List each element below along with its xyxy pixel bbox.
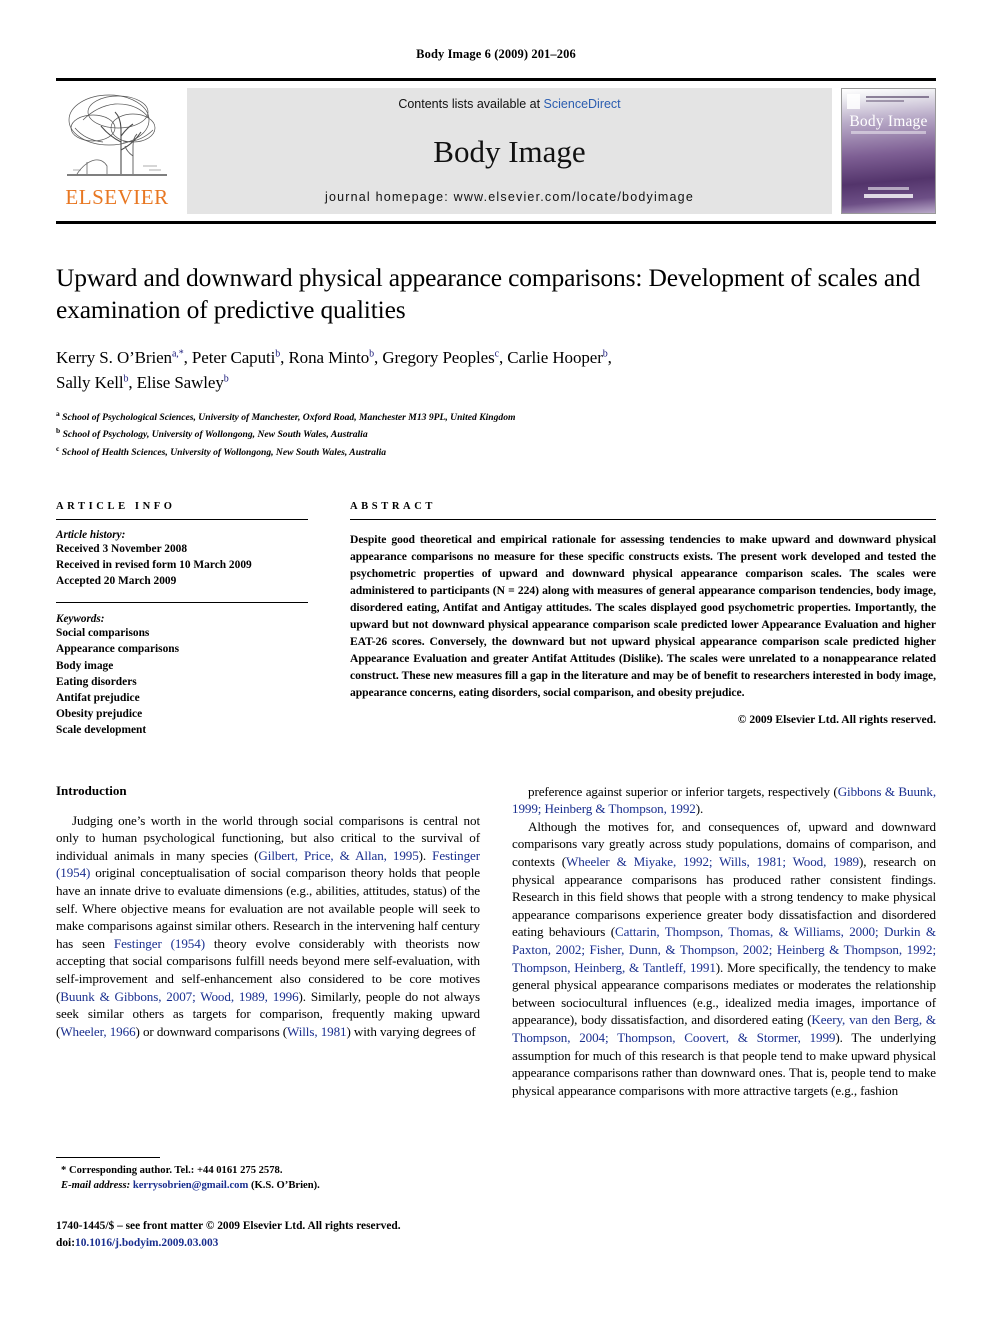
contents-lists-prefix: Contents lists available at bbox=[398, 97, 544, 111]
citation-ref[interactable]: Wills, 1981 bbox=[287, 1024, 347, 1039]
email-label: E-mail address: bbox=[61, 1180, 131, 1192]
citation-ref[interactable]: Gibbons & Buunk, 1999; Heinberg & Thomps… bbox=[512, 784, 936, 817]
article-info-rule bbox=[56, 518, 308, 520]
cover-top-rule bbox=[866, 96, 929, 98]
author-affil-marker: b bbox=[369, 348, 375, 360]
elsevier-tree-icon bbox=[67, 94, 167, 176]
author-affil-marker: b bbox=[223, 373, 229, 385]
elsevier-wordmark: ELSEVIER bbox=[65, 185, 169, 209]
article-history-item: Received 3 November 2008 bbox=[56, 542, 188, 555]
abstract-heading: ABSTRACT bbox=[350, 500, 436, 512]
cover-subtitle-rule bbox=[851, 131, 926, 134]
citation-ref[interactable]: Wheeler & Miyake, 1992; Wills, 1981; Woo… bbox=[566, 854, 859, 869]
author-affil-marker: c bbox=[494, 348, 499, 360]
keyword-item: Social comparisons bbox=[56, 627, 150, 640]
keyword-item: Appearance comparisons bbox=[56, 643, 180, 656]
elsevier-logo: ELSEVIER bbox=[56, 88, 178, 214]
keywords-block: Keywords: Social comparisons Appearance … bbox=[56, 613, 308, 738]
keyword-item: Eating disorders bbox=[56, 675, 137, 688]
author-line-1: Kerry S. O’Briena,*, Peter Caputib, Rona… bbox=[56, 348, 612, 368]
body-paragraph: Judging one’s worth in the world through… bbox=[56, 812, 481, 1039]
citation-ref[interactable]: Gilbert, Price, & Allan, 1995 bbox=[258, 848, 418, 863]
citation-ref[interactable]: Keery, van den Berg, & Thompson, 2004; T… bbox=[512, 1012, 936, 1045]
citation-ref[interactable]: Buunk & Gibbons, 2007; Wood, 1989, 1996 bbox=[60, 989, 298, 1004]
issn-copyright-block: 1740-1445/$ – see front matter © 2009 El… bbox=[56, 1218, 516, 1252]
cover-footer-rule-2 bbox=[864, 194, 913, 198]
keywords-label: Keywords: bbox=[56, 613, 105, 626]
citation-ref[interactable]: Festinger (1954) bbox=[114, 936, 205, 951]
affiliation-item: b School of Psychology, University of Wo… bbox=[56, 426, 368, 441]
abstract-column: ABSTRACT Despite good theoretical and em… bbox=[350, 501, 936, 739]
keyword-item: Body image bbox=[56, 659, 114, 672]
sciencedirect-link[interactable]: ScienceDirect bbox=[544, 97, 621, 111]
author-line-2: Sally Kellb, Elise Sawleyb bbox=[56, 372, 229, 392]
author-affil-marker: a,* bbox=[171, 348, 184, 360]
doi-label: doi: bbox=[56, 1237, 75, 1250]
article-info-heading: ARTICLE INFO bbox=[56, 500, 176, 512]
cover-title: Body Image bbox=[849, 113, 928, 130]
journal-cover-thumbnail: Body Image bbox=[841, 88, 936, 214]
citation-ref[interactable]: Wheeler, 1966 bbox=[60, 1024, 135, 1039]
affiliation-marker: a bbox=[56, 408, 60, 418]
author-affil-marker: b bbox=[275, 348, 281, 360]
cover-footer-rule-1 bbox=[868, 187, 909, 190]
issn-line: 1740-1445/$ – see front matter © 2009 El… bbox=[56, 1220, 401, 1232]
body-paragraph: Although the motives for, and consequenc… bbox=[512, 818, 937, 1098]
title-block: Upward and downward physical appearance … bbox=[56, 262, 936, 461]
footnote-area: * Corresponding author. Tel.: +44 0161 2… bbox=[56, 1157, 476, 1194]
article-info-column: ARTICLE INFO Article history: Received 3… bbox=[56, 501, 308, 739]
keywords-rule bbox=[56, 602, 308, 604]
section-heading-introduction: Introduction bbox=[56, 782, 127, 798]
citation-ref[interactable]: Cattarin, Thompson, Thomas, & Williams, … bbox=[512, 924, 936, 974]
doi-line: doi:10.1016/j.bodyim.2009.03.003 bbox=[56, 1235, 516, 1252]
abstract-rule bbox=[350, 518, 936, 520]
doi-link[interactable]: 10.1016/j.bodyim.2009.03.003 bbox=[75, 1237, 218, 1249]
footnote-rule bbox=[56, 1157, 160, 1158]
body-paragraph: preference against superior or inferior … bbox=[512, 783, 936, 817]
article-history-item: Accepted 20 March 2009 bbox=[56, 575, 177, 588]
journal-title: Body Image bbox=[433, 134, 586, 169]
journal-masthead: ELSEVIER Contents lists available at Sci… bbox=[56, 78, 936, 224]
article-history-label: Article history: bbox=[56, 528, 126, 541]
journal-homepage[interactable]: journal homepage: www.elsevier.com/locat… bbox=[325, 190, 694, 204]
affiliation-marker: c bbox=[56, 443, 60, 453]
running-head: Body Image 6 (2009) 201–206 bbox=[416, 47, 576, 61]
corresponding-author-note: * Corresponding author. Tel.: +44 0161 2… bbox=[61, 1165, 283, 1176]
author-affil-marker: b bbox=[602, 348, 608, 360]
author-affil-marker: b bbox=[123, 373, 129, 385]
affiliation-item: c School of Health Sciences, University … bbox=[56, 443, 387, 459]
keyword-item: Scale development bbox=[56, 724, 147, 737]
cover-top-rule-2 bbox=[866, 100, 904, 102]
affiliation-item: a School of Psychological Sciences, Univ… bbox=[56, 408, 516, 423]
paper-page: Body Image 6 (2009) 201–206 ELSEVIER Con… bbox=[0, 0, 992, 1323]
journal-banner: Contents lists available at ScienceDirec… bbox=[187, 88, 832, 214]
email-owner: (K.S. O’Brien). bbox=[250, 1180, 320, 1192]
affiliation-list: a School of Psychological Sciences, Univ… bbox=[56, 408, 936, 461]
abstract-text: Despite good theoretical and empirical r… bbox=[350, 532, 936, 699]
info-abstract-region: ARTICLE INFO Article history: Received 3… bbox=[56, 501, 936, 739]
contents-lists-line: Contents lists available at ScienceDirec… bbox=[398, 97, 620, 111]
body-column-right: preference against superior or inferior … bbox=[512, 783, 936, 1100]
page-title: Upward and downward physical appearance … bbox=[56, 263, 921, 324]
article-history-item: Received in revised form 10 March 2009 bbox=[56, 558, 252, 571]
author-list: Kerry S. O’Briena,*, Peter Caputib, Rona… bbox=[56, 346, 936, 395]
keyword-item: Obesity prejudice bbox=[56, 708, 143, 721]
article-history-block: Article history: Received 3 November 200… bbox=[56, 529, 308, 590]
email-link[interactable]: kerrysobrien@gmail.com bbox=[133, 1180, 248, 1191]
affiliation-marker: b bbox=[56, 426, 61, 436]
email-note: E-mail address: kerrysobrien@gmail.com (… bbox=[56, 1178, 476, 1193]
body-column-left: Introduction Judging one’s worth in the … bbox=[56, 783, 480, 1100]
keyword-item: Antifat prejudice bbox=[56, 691, 140, 704]
abstract-copyright: © 2009 Elsevier Ltd. All rights reserved… bbox=[737, 712, 936, 726]
cover-elsevier-mark-icon bbox=[847, 94, 860, 109]
article-body: Introduction Judging one’s worth in the … bbox=[56, 783, 936, 1100]
